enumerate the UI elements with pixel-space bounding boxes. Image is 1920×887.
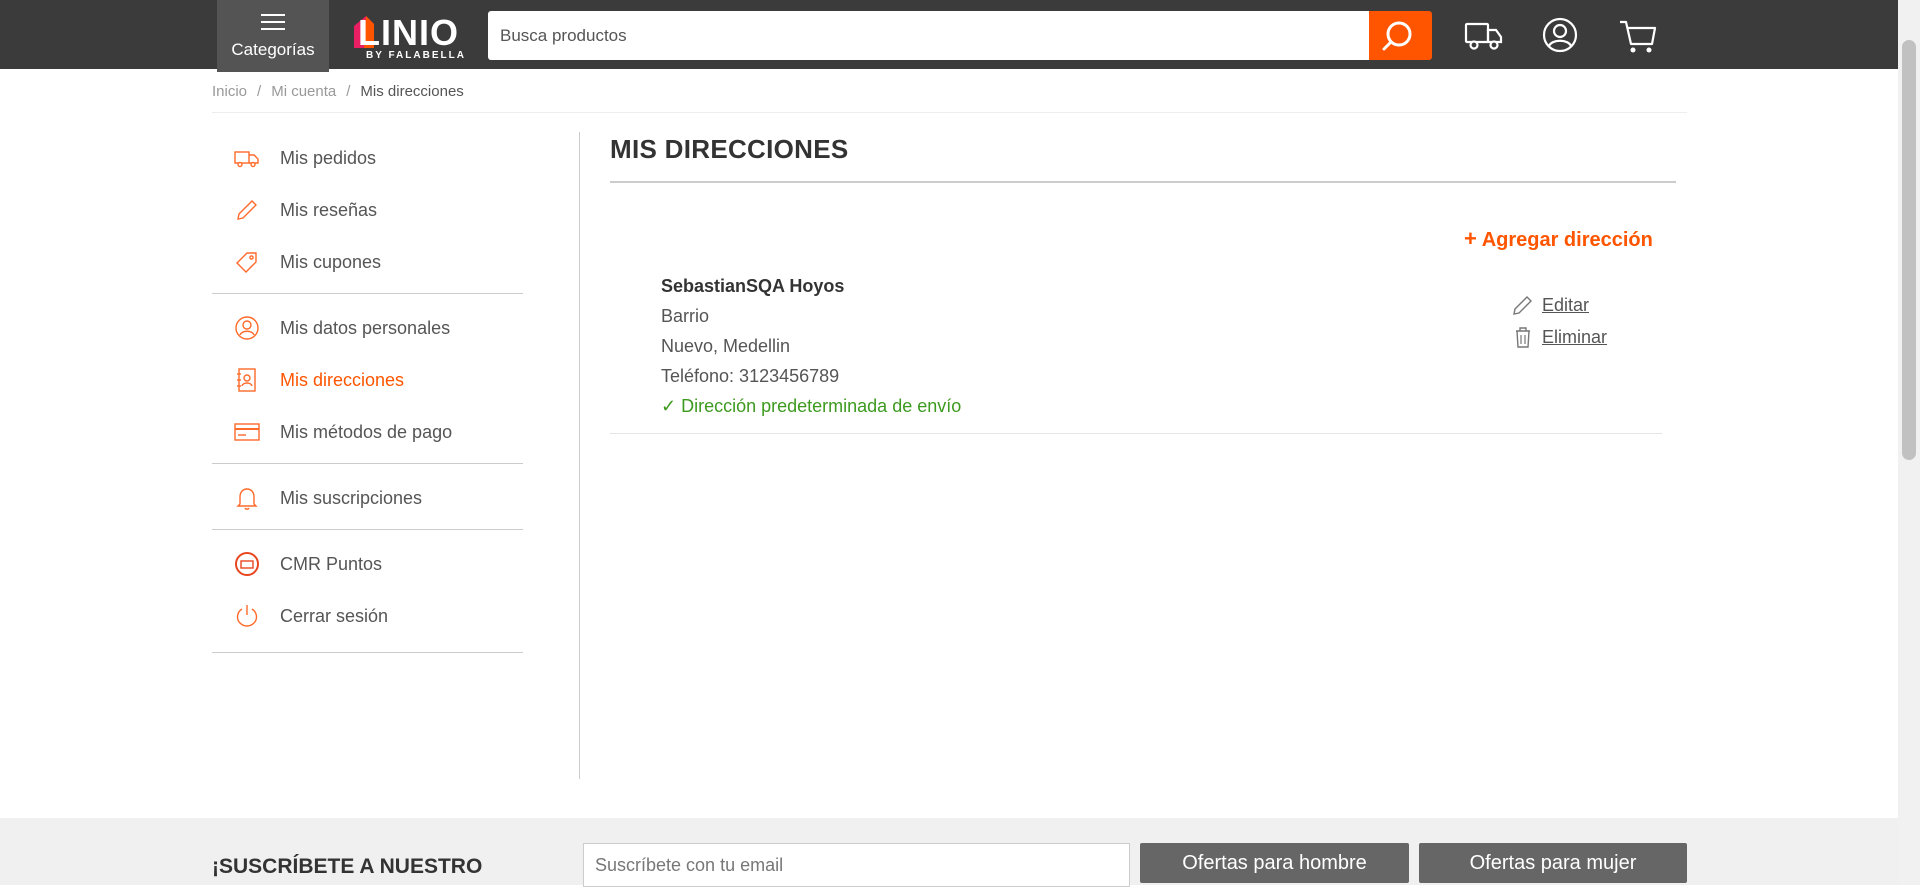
breadcrumb-account[interactable]: Mi cuenta: [271, 83, 336, 100]
categories-button[interactable]: Categorías: [217, 0, 329, 72]
account-sidebar: Mis pedidos Mis reseñas Mis cupones Mis …: [212, 132, 523, 661]
menu-icon: [261, 14, 285, 35]
pencil-icon: [1513, 296, 1532, 315]
address-line-1: Barrio: [661, 306, 710, 326]
edit-address-button[interactable]: Editar: [1512, 294, 1589, 316]
sidebar-item-reviews[interactable]: Mis reseñas: [212, 184, 523, 236]
scrollbar-thumb[interactable]: [1902, 40, 1916, 460]
sidebar-divider: [212, 529, 523, 530]
search-button[interactable]: [1369, 11, 1432, 60]
breadcrumb-separator: /: [346, 83, 351, 100]
breadcrumb-current: Mis direcciones: [360, 83, 464, 100]
credit-card-icon: [234, 423, 260, 441]
title-divider: [610, 181, 1676, 183]
newsletter-title: ¡SUSCRÍBETE A NUESTRO: [212, 855, 483, 878]
default-address-badge: ✓ Dirección predeterminada de envío: [661, 396, 962, 416]
logo-subtext: BY FALABELLA: [366, 50, 466, 61]
linio-logo[interactable]: LINIO BY FALABELLA: [352, 12, 470, 62]
offers-women-button[interactable]: Ofertas para mujer: [1419, 843, 1687, 883]
power-icon: [236, 605, 258, 627]
add-address-button[interactable]: + Agregar dirección: [1464, 226, 1653, 252]
sidebar-item-label: Mis reseñas: [280, 199, 378, 220]
truck-icon: [234, 151, 259, 168]
sidebar-item-label: Mis suscripciones: [280, 487, 423, 508]
delete-address-button[interactable]: Eliminar: [1512, 326, 1607, 348]
sidebar-item-label: CMR Puntos: [280, 553, 383, 574]
page-title: MIS DIRECCIONES: [610, 134, 849, 164]
sidebar-item-cmr-points[interactable]: CMR Puntos: [212, 538, 523, 590]
tag-icon: [236, 252, 257, 273]
sidebar-divider: [212, 463, 523, 464]
offers-men-button[interactable]: Ofertas para hombre: [1140, 843, 1409, 883]
bell-icon: [236, 488, 258, 510]
sidebar-item-orders[interactable]: Mis pedidos: [212, 132, 523, 184]
sidebar-item-payment-methods[interactable]: Mis métodos de pago: [212, 406, 523, 458]
sidebar-item-personal-data[interactable]: Mis datos personales: [212, 302, 523, 354]
search-input[interactable]: [488, 11, 1369, 60]
sidebar-item-coupons[interactable]: Mis cupones: [212, 236, 523, 288]
sidebar-item-label: Mis métodos de pago: [280, 421, 453, 442]
sidebar-item-label: Mis direcciones: [280, 369, 405, 390]
top-navbar: Categorías LINIO BY FALABELLA: [0, 0, 1898, 72]
address-phone: Teléfono: 3123456789: [661, 366, 840, 386]
plus-icon: +: [1464, 226, 1477, 251]
categories-label: Categorías: [231, 40, 315, 59]
delivery-truck-icon[interactable]: [1462, 14, 1506, 58]
address-line-2: Nuevo, Medellin: [661, 336, 791, 356]
user-icon: [235, 316, 259, 340]
newsletter-section: ¡SUSCRÍBETE A NUESTRO Ofertas para hombr…: [0, 818, 1898, 887]
sidebar-divider: [212, 652, 523, 653]
sidebar-item-label: Cerrar sesión: [280, 605, 389, 626]
breadcrumb-home[interactable]: Inicio: [212, 83, 247, 100]
account-icon[interactable]: [1538, 14, 1582, 58]
sidebar-divider: [212, 293, 523, 294]
edit-label: Editar: [1542, 294, 1590, 315]
search-bar: [488, 11, 1432, 60]
search-icon: [1382, 21, 1412, 51]
logo-text: LINIO: [358, 12, 459, 53]
cart-icon[interactable]: [1616, 14, 1660, 58]
address-book-icon: [237, 368, 256, 392]
page-scrollbar[interactable]: [1898, 0, 1920, 885]
breadcrumb-separator: /: [257, 83, 262, 100]
breadcrumb: Inicio / Mi cuenta / Mis direcciones: [212, 83, 464, 100]
sidebar-item-addresses[interactable]: Mis direcciones: [212, 354, 523, 406]
sidebar-item-label: Mis cupones: [280, 251, 382, 272]
delete-label: Eliminar: [1542, 326, 1608, 347]
address-card-divider: [610, 433, 1662, 434]
pencil-icon: [237, 200, 257, 220]
address-name: SebastianSQA Hoyos: [661, 276, 845, 296]
add-address-label: Agregar dirección: [1481, 229, 1653, 251]
sidebar-item-label: Mis datos personales: [280, 317, 451, 338]
address-card: SebastianSQA Hoyos Barrio Nuevo, Medelli…: [661, 276, 1401, 426]
breadcrumb-divider: [212, 112, 1687, 113]
content-divider: [579, 132, 580, 779]
newsletter-email-input[interactable]: [583, 843, 1130, 887]
sidebar-item-logout[interactable]: Cerrar sesión: [212, 590, 523, 642]
sidebar-item-subscriptions[interactable]: Mis suscripciones: [212, 472, 523, 524]
sidebar-item-label: Mis pedidos: [280, 147, 377, 168]
cmr-icon: [235, 552, 259, 576]
trash-icon: [1516, 327, 1530, 348]
